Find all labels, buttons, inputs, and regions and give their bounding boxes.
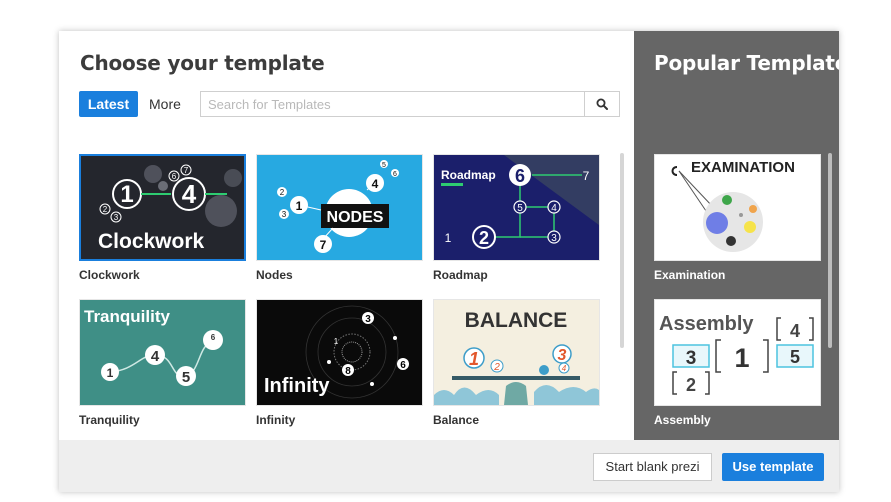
template-thumb-examination: EXAMINATION bbox=[654, 154, 821, 261]
search-button[interactable] bbox=[584, 92, 619, 116]
assembly-num-5: 5 bbox=[790, 347, 800, 367]
template-thumb-clockwork: 1 4 2 3 6 7 Clockwork bbox=[79, 154, 246, 261]
tranquility-num-4: 4 bbox=[151, 348, 160, 365]
template-dialog: Choose your template Latest More Search … bbox=[59, 31, 839, 492]
template-thumb-tranquility: Tranquility 6 4 5 1 bbox=[79, 299, 246, 406]
template-thumb-assembly: Assembly 4 3 1 5 2 bbox=[654, 299, 821, 406]
clockwork-num-1: 1 bbox=[120, 181, 133, 208]
tab-more[interactable]: More bbox=[149, 91, 181, 117]
template-grid-scrollbar[interactable] bbox=[620, 153, 624, 348]
balance-thumb-title: BALANCE bbox=[465, 309, 568, 332]
template-thumb-roadmap: Roadmap 6 7 5 4 1 2 3 bbox=[433, 154, 600, 261]
dialog-footer: Start blank prezi Use template bbox=[59, 440, 839, 492]
search-input[interactable] bbox=[201, 92, 581, 116]
roadmap-num-7: 7 bbox=[583, 169, 590, 183]
tranquility-thumb-title: Tranquility bbox=[84, 307, 171, 326]
template-chooser-panel: Choose your template Latest More Search … bbox=[59, 31, 634, 440]
template-thumb-balance: BALANCE 1 2 3 4 bbox=[433, 299, 600, 406]
template-thumb-nodes: NODES 1 2 3 4 5 6 7 bbox=[256, 154, 423, 261]
tranquility-num-1: 1 bbox=[107, 366, 114, 380]
roadmap-num-6: 6 bbox=[515, 166, 525, 186]
popular-scrollbar[interactable] bbox=[828, 153, 832, 348]
roadmap-num-2: 2 bbox=[479, 228, 489, 248]
balance-num-4: 4 bbox=[562, 364, 567, 373]
nodes-thumb-title: NODES bbox=[327, 209, 384, 226]
nodes-num-2: 2 bbox=[280, 188, 285, 197]
assembly-num-1: 1 bbox=[734, 343, 749, 373]
template-label-infinity: Infinity bbox=[256, 413, 296, 427]
assembly-thumb-title: Assembly bbox=[659, 313, 754, 335]
infinity-num-1: 1 bbox=[334, 337, 339, 346]
nodes-num-7: 7 bbox=[320, 238, 327, 252]
template-label-nodes: Nodes bbox=[256, 268, 293, 282]
assembly-num-4: 4 bbox=[790, 321, 800, 341]
roadmap-num-1: 1 bbox=[445, 231, 452, 245]
clockwork-num-7: 7 bbox=[184, 166, 189, 175]
clockwork-num-3: 3 bbox=[114, 213, 119, 222]
infinity-num-8: 8 bbox=[345, 366, 351, 377]
dialog-title: Choose your template bbox=[80, 51, 325, 75]
template-label-examination: Examination bbox=[654, 268, 726, 282]
nodes-num-5: 5 bbox=[382, 162, 386, 169]
assembly-num-3: 3 bbox=[686, 348, 697, 369]
assembly-num-2: 2 bbox=[686, 375, 696, 395]
nodes-num-4: 4 bbox=[372, 177, 379, 191]
tranquility-num-6: 6 bbox=[211, 333, 216, 342]
roadmap-num-5: 5 bbox=[517, 203, 523, 214]
template-label-balance: Balance bbox=[433, 413, 480, 427]
roadmap-num-4: 4 bbox=[551, 203, 557, 214]
popular-templates-title: Popular Templates bbox=[654, 51, 839, 75]
infinity-num-6: 6 bbox=[400, 360, 406, 371]
balance-num-1: 1 bbox=[469, 349, 479, 369]
clockwork-num-4: 4 bbox=[182, 179, 197, 209]
nodes-num-3: 3 bbox=[282, 210, 287, 219]
clockwork-num-2: 2 bbox=[103, 205, 108, 214]
nodes-num-6: 6 bbox=[393, 171, 397, 178]
examination-thumb-title: EXAMINATION bbox=[691, 159, 795, 176]
search-box bbox=[200, 91, 620, 117]
search-icon bbox=[596, 98, 608, 110]
template-label-tranquility: Tranquility bbox=[79, 413, 140, 427]
clockwork-thumb-title: Clockwork bbox=[98, 230, 205, 253]
tab-latest[interactable]: Latest bbox=[79, 91, 138, 117]
popular-templates-panel: Popular Templates EXAMINATION bbox=[634, 31, 839, 440]
balance-num-2: 2 bbox=[493, 362, 500, 373]
template-label-clockwork: Clockwork bbox=[79, 268, 140, 282]
start-blank-button[interactable]: Start blank prezi bbox=[593, 453, 712, 481]
roadmap-num-3: 3 bbox=[551, 233, 557, 244]
balance-num-3: 3 bbox=[558, 347, 567, 364]
use-template-button[interactable]: Use template bbox=[722, 453, 824, 481]
template-label-assembly: Assembly bbox=[654, 413, 711, 427]
tranquility-num-5: 5 bbox=[182, 369, 190, 386]
infinity-thumb-title: Infinity bbox=[264, 375, 330, 397]
infinity-num-3: 3 bbox=[365, 314, 371, 325]
roadmap-thumb-title: Roadmap bbox=[441, 168, 496, 182]
nodes-num-1: 1 bbox=[296, 199, 303, 213]
template-label-roadmap: Roadmap bbox=[433, 268, 488, 282]
clockwork-num-6: 6 bbox=[172, 172, 177, 181]
template-thumb-infinity: 3 1 8 6 Infinity bbox=[256, 299, 423, 406]
